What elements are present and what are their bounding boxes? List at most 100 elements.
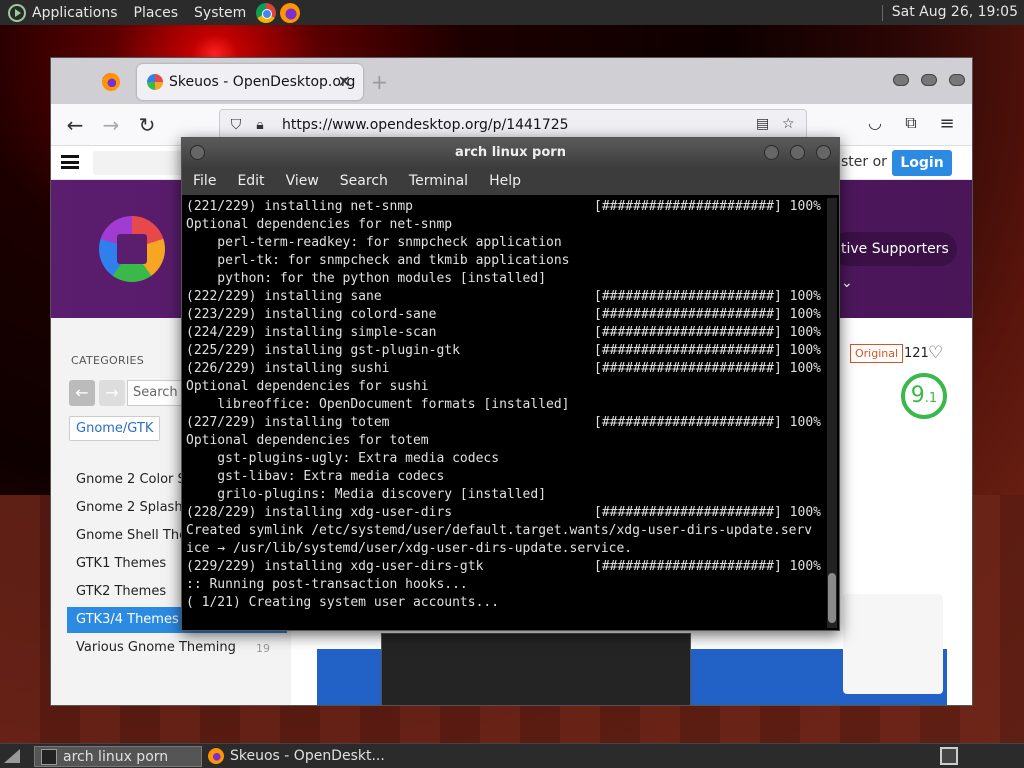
progress-bar-text: [######################] 100% [594,343,821,358]
opendesktop-favicon-icon [147,74,163,90]
terminal-line-text: ( 1/21) Creating system user accounts... [186,595,500,610]
reload-icon[interactable]: ↻ [135,113,159,137]
taskbar-item-firefox[interactable]: Skeuos - OpenDeskt... [202,746,402,767]
progress-bar-text: [######################] 100% [594,361,821,376]
category-forward-icon[interactable]: → [99,380,125,406]
category-chip-gnome-gtk[interactable]: Gnome/GTK [69,416,161,441]
terminal-line-text: (222/229) installing sane [186,289,382,304]
category-back-icon[interactable]: ← [69,380,95,406]
terminal-line-text: gst-libav: Extra media codecs [186,469,445,484]
minimize-button[interactable] [764,145,779,160]
progress-bar-text: [######################] 100% [594,289,821,304]
lock-icon[interactable]: 🔒︎ [252,117,268,133]
menu-system[interactable]: System [194,5,246,21]
minimize-button[interactable] [893,74,909,86]
terminal-title: arch linux porn [455,145,566,160]
window-menu-button[interactable] [190,145,205,160]
scrollbar-thumb[interactable] [828,573,836,623]
terminal-window: arch linux porn File Edit View Search Te… [181,137,840,631]
url-text[interactable]: https://www.opendesktop.org/p/1441725 [282,117,569,133]
progress-bar-text: [######################] 100% [594,325,821,340]
firefox-launcher-icon[interactable] [280,2,301,23]
terminal-line: grilo-plugins: Media discovery [installe… [186,486,826,504]
categories-title: CATEGORIES [71,354,145,367]
menu-applications[interactable]: Applications [32,5,118,21]
screenshot-files-window [381,633,691,705]
category-item[interactable]: Various Gnome Theming [67,635,287,661]
bottom-panel: arch linux porn Skeuos - OpenDeskt... [0,743,1024,768]
heart-icon[interactable]: ♡ [928,343,943,363]
system-logo-icon[interactable] [8,3,26,22]
reader-view-icon[interactable]: ▤ [756,116,769,132]
terminal-line-text: (227/229) installing totem [186,415,390,430]
terminal-line: python: for the python modules [installe… [186,270,826,288]
terminal-line: gst-plugins-ugly: Extra media codecs [186,450,826,468]
product-logo [99,216,165,282]
firefox-icon [208,748,224,764]
shield-icon[interactable]: ⛉ [228,117,244,133]
close-tab-icon[interactable]: ✕ [338,72,351,91]
progress-bar-text: [######################] 100% [594,559,821,574]
show-desktop-icon[interactable] [4,749,20,763]
terminal-line-text: perl-tk: for snmpcheck and tkmib applica… [186,253,570,268]
terminal-line-text: ice → /usr/lib/systemd/user/xdg-user-dir… [186,541,633,556]
terminal-line: (229/229) installing xdg-user-dirs-gtk [#… [186,558,826,576]
terminal-line-text: perl-term-readkey: for snmpcheck applica… [186,235,562,250]
tab-skeuos[interactable]: Skeuos - OpenDesktop.org ✕ [137,64,363,100]
terminal-menubar: File Edit View Search Terminal Help [182,167,839,195]
menu-edit[interactable]: Edit [237,173,264,189]
terminal-line-text: (225/229) installing gst-plugin-gtk [186,343,460,358]
terminal-line-text: Optional dependencies for sushi [186,379,429,394]
app-menu-icon[interactable]: ≡ [935,113,959,134]
login-button[interactable]: Login [892,150,952,176]
close-button[interactable] [816,145,831,160]
terminal-line-text: Optional dependencies for totem [186,433,429,448]
terminal-line-text: (223/229) installing colord-sane [186,307,437,322]
firefox-view-icon[interactable] [102,73,120,91]
terminal-line: perl-term-readkey: for snmpcheck applica… [186,234,826,252]
category-search-input[interactable]: Search ca [127,380,187,406]
tab-title: Skeuos - OpenDesktop.org [169,74,356,90]
new-tab-icon[interactable]: + [371,70,388,94]
terminal-line-text: (224/229) installing simple-scan [186,325,437,340]
back-icon[interactable]: ← [63,113,87,137]
menu-places[interactable]: Places [134,5,179,21]
register-link[interactable]: ster or [841,154,887,170]
terminal-line-text: grilo-plugins: Media discovery [installe… [186,487,547,502]
score-circle: 9.1 [901,373,947,419]
site-search-input[interactable] [93,151,185,175]
terminal-scrollbar[interactable] [827,198,837,628]
forward-icon[interactable]: → [99,113,123,137]
terminal-line: perl-tk: for snmpcheck and tkmib applica… [186,252,826,270]
extensions-icon[interactable]: ⧉ [899,113,923,133]
clock[interactable]: Sat Aug 26, 19:05 [881,4,1018,21]
terminal-line: (227/229) installing totem [#############… [186,414,826,432]
top-panel: Applications Places System Sat Aug 26, 1… [0,0,1024,25]
terminal-titlebar[interactable]: arch linux porn [182,138,839,167]
category-count: 19 [256,642,270,655]
menu-view[interactable]: View [286,173,319,189]
progress-bar-text: [######################] 100% [594,199,821,214]
menu-file[interactable]: File [193,173,216,189]
hamburger-menu-icon[interactable] [61,155,79,169]
menu-terminal[interactable]: Terminal [409,173,468,189]
terminal-line: Optional dependencies for totem [186,432,826,450]
taskbar-item-terminal[interactable]: arch linux porn [34,746,202,767]
menu-help[interactable]: Help [489,173,521,189]
workspace-switcher[interactable] [940,747,958,765]
maximize-button[interactable] [921,74,937,86]
close-window-button[interactable] [949,74,965,86]
supporters-button[interactable]: tive Supporters ⌄ [831,232,957,291]
terminal-line-text: (221/229) installing net-snmp [186,199,413,214]
menu-search[interactable]: Search [340,173,388,189]
pocket-icon[interactable]: ◡ [863,113,887,132]
terminal-line: ( 1/21) Creating system user accounts... [186,594,826,612]
bookmark-star-icon[interactable]: ☆ [782,116,795,132]
terminal-output[interactable]: (221/229) installing net-snmp [##########… [186,198,826,628]
terminal-line: (226/229) installing sushi [#############… [186,360,826,378]
terminal-line: (224/229) installing simple-scan [#######… [186,324,826,342]
terminal-line: Optional dependencies for sushi [186,378,826,396]
maximize-button[interactable] [790,145,805,160]
chrome-launcher-icon[interactable] [256,2,277,23]
terminal-line-text: gst-plugins-ugly: Extra media codecs [186,451,500,466]
